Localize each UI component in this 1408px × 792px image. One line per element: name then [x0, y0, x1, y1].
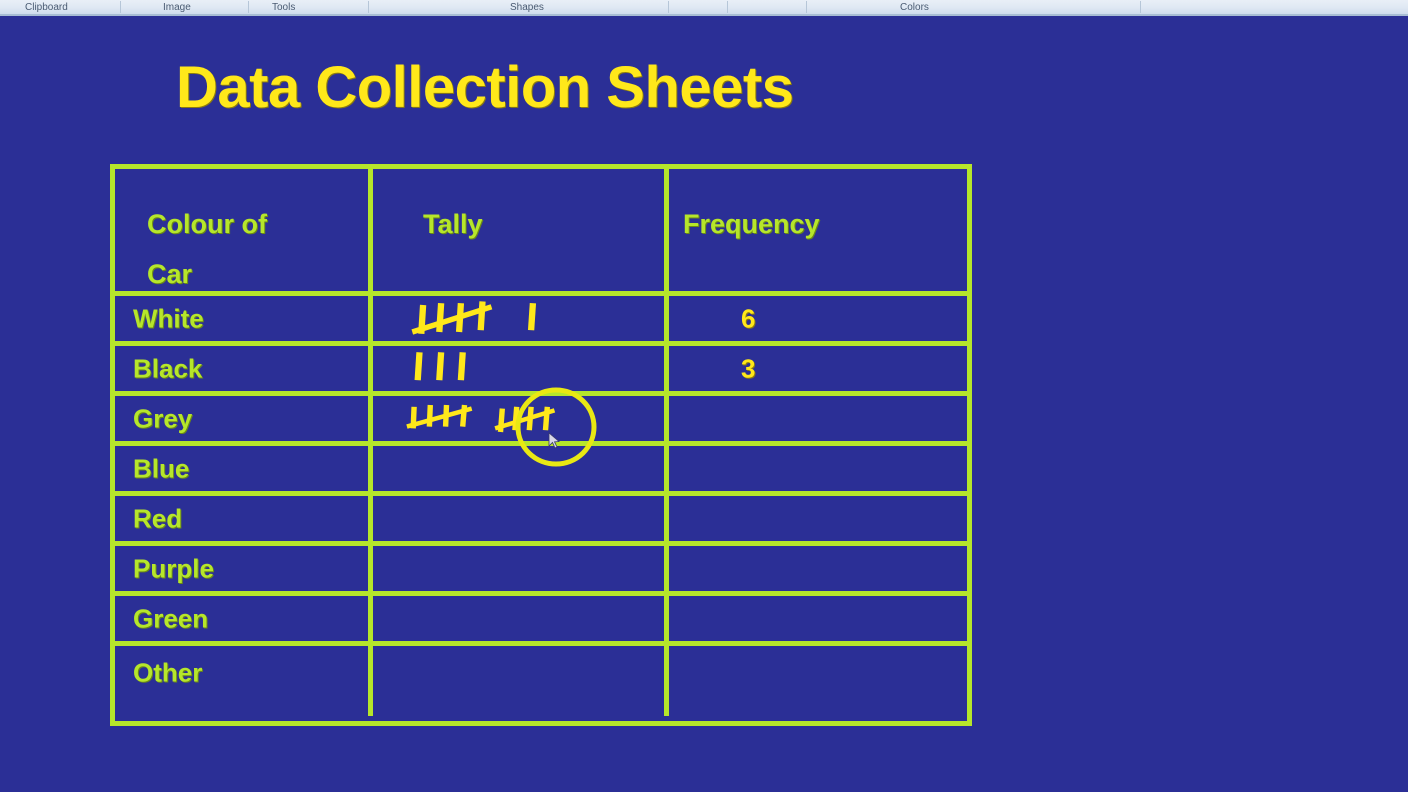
ribbon-group-image[interactable]: Image — [163, 1, 191, 14]
data-collection-table: Colour of Car Tally Frequency White 6 Bl… — [110, 164, 972, 726]
ribbon-separator — [248, 1, 249, 13]
cell-tally[interactable] — [373, 646, 669, 716]
colour-label: Grey — [133, 403, 193, 433]
cell-colour: Black — [115, 346, 373, 391]
cell-colour: Red — [115, 496, 373, 541]
cell-frequency[interactable] — [669, 596, 967, 641]
table-row[interactable]: Black 3 — [115, 346, 967, 396]
colour-label: Purple — [133, 553, 214, 583]
table-header-row: Colour of Car Tally Frequency — [115, 169, 967, 296]
cell-colour: Other — [115, 646, 373, 716]
table-row[interactable]: White 6 — [115, 296, 967, 346]
cell-colour: White — [115, 296, 373, 341]
cell-frequency[interactable] — [669, 646, 967, 716]
header-cell-tally: Tally — [373, 169, 669, 291]
cell-tally[interactable] — [373, 496, 669, 541]
ribbon-separator — [120, 1, 121, 13]
table-row[interactable]: Grey — [115, 396, 967, 446]
frequency-value: 3 — [741, 353, 756, 383]
table-row[interactable]: Blue — [115, 446, 967, 496]
cell-tally[interactable] — [373, 546, 669, 591]
tally-marks-black — [414, 352, 466, 381]
cell-colour: Blue — [115, 446, 373, 491]
page-title: Data Collection Sheets — [176, 55, 794, 120]
cell-frequency[interactable]: 6 — [669, 296, 967, 341]
cell-colour: Grey — [115, 396, 373, 441]
table-row[interactable]: Other — [115, 646, 967, 716]
cell-frequency[interactable] — [669, 496, 967, 541]
table-row[interactable]: Red — [115, 496, 967, 546]
cell-frequency[interactable]: 3 — [669, 346, 967, 391]
frequency-value: 6 — [741, 303, 756, 333]
header-label-frequency: Frequency — [683, 209, 820, 239]
cell-colour: Purple — [115, 546, 373, 591]
ribbon-separator — [806, 1, 807, 13]
paint-ribbon-bar: Clipboard Image Tools Shapes Colors — [0, 0, 1408, 16]
colour-label: Other — [133, 657, 203, 688]
colour-label: Blue — [133, 453, 190, 483]
ribbon-separator — [1140, 1, 1141, 13]
ribbon-separator — [368, 1, 369, 13]
ribbon-group-tools[interactable]: Tools — [272, 1, 295, 14]
tally-marks-white — [411, 301, 537, 335]
ribbon-group-clipboard[interactable]: Clipboard — [25, 1, 68, 14]
ribbon-group-colors[interactable]: Colors — [900, 1, 929, 14]
cell-colour: Green — [115, 596, 373, 641]
cell-frequency[interactable] — [669, 396, 967, 441]
cell-tally[interactable] — [373, 596, 669, 641]
cell-tally[interactable] — [373, 396, 669, 441]
cell-tally[interactable] — [373, 296, 669, 341]
cell-frequency[interactable] — [669, 546, 967, 591]
ribbon-group-shapes[interactable]: Shapes — [510, 1, 544, 14]
table-row[interactable]: Purple — [115, 546, 967, 596]
cell-tally[interactable] — [373, 446, 669, 491]
cell-tally[interactable] — [373, 346, 669, 391]
colour-label: Green — [133, 603, 209, 633]
tally-marks-grey — [406, 404, 556, 433]
ribbon-separator — [727, 1, 728, 13]
colour-label: Black — [133, 353, 203, 383]
header-label-tally: Tally — [423, 209, 483, 239]
table-row[interactable]: Green — [115, 596, 967, 646]
slide-canvas[interactable]: Data Collection Sheets Colour of Car Tal… — [0, 18, 1408, 792]
header-cell-frequency: Frequency — [669, 169, 967, 291]
cell-frequency[interactable] — [669, 446, 967, 491]
colour-label: White — [133, 303, 204, 333]
ribbon-separator — [668, 1, 669, 13]
header-cell-colour: Colour of Car — [115, 169, 373, 291]
colour-label: Red — [133, 503, 183, 533]
header-label-colour: Colour of Car — [147, 209, 267, 289]
